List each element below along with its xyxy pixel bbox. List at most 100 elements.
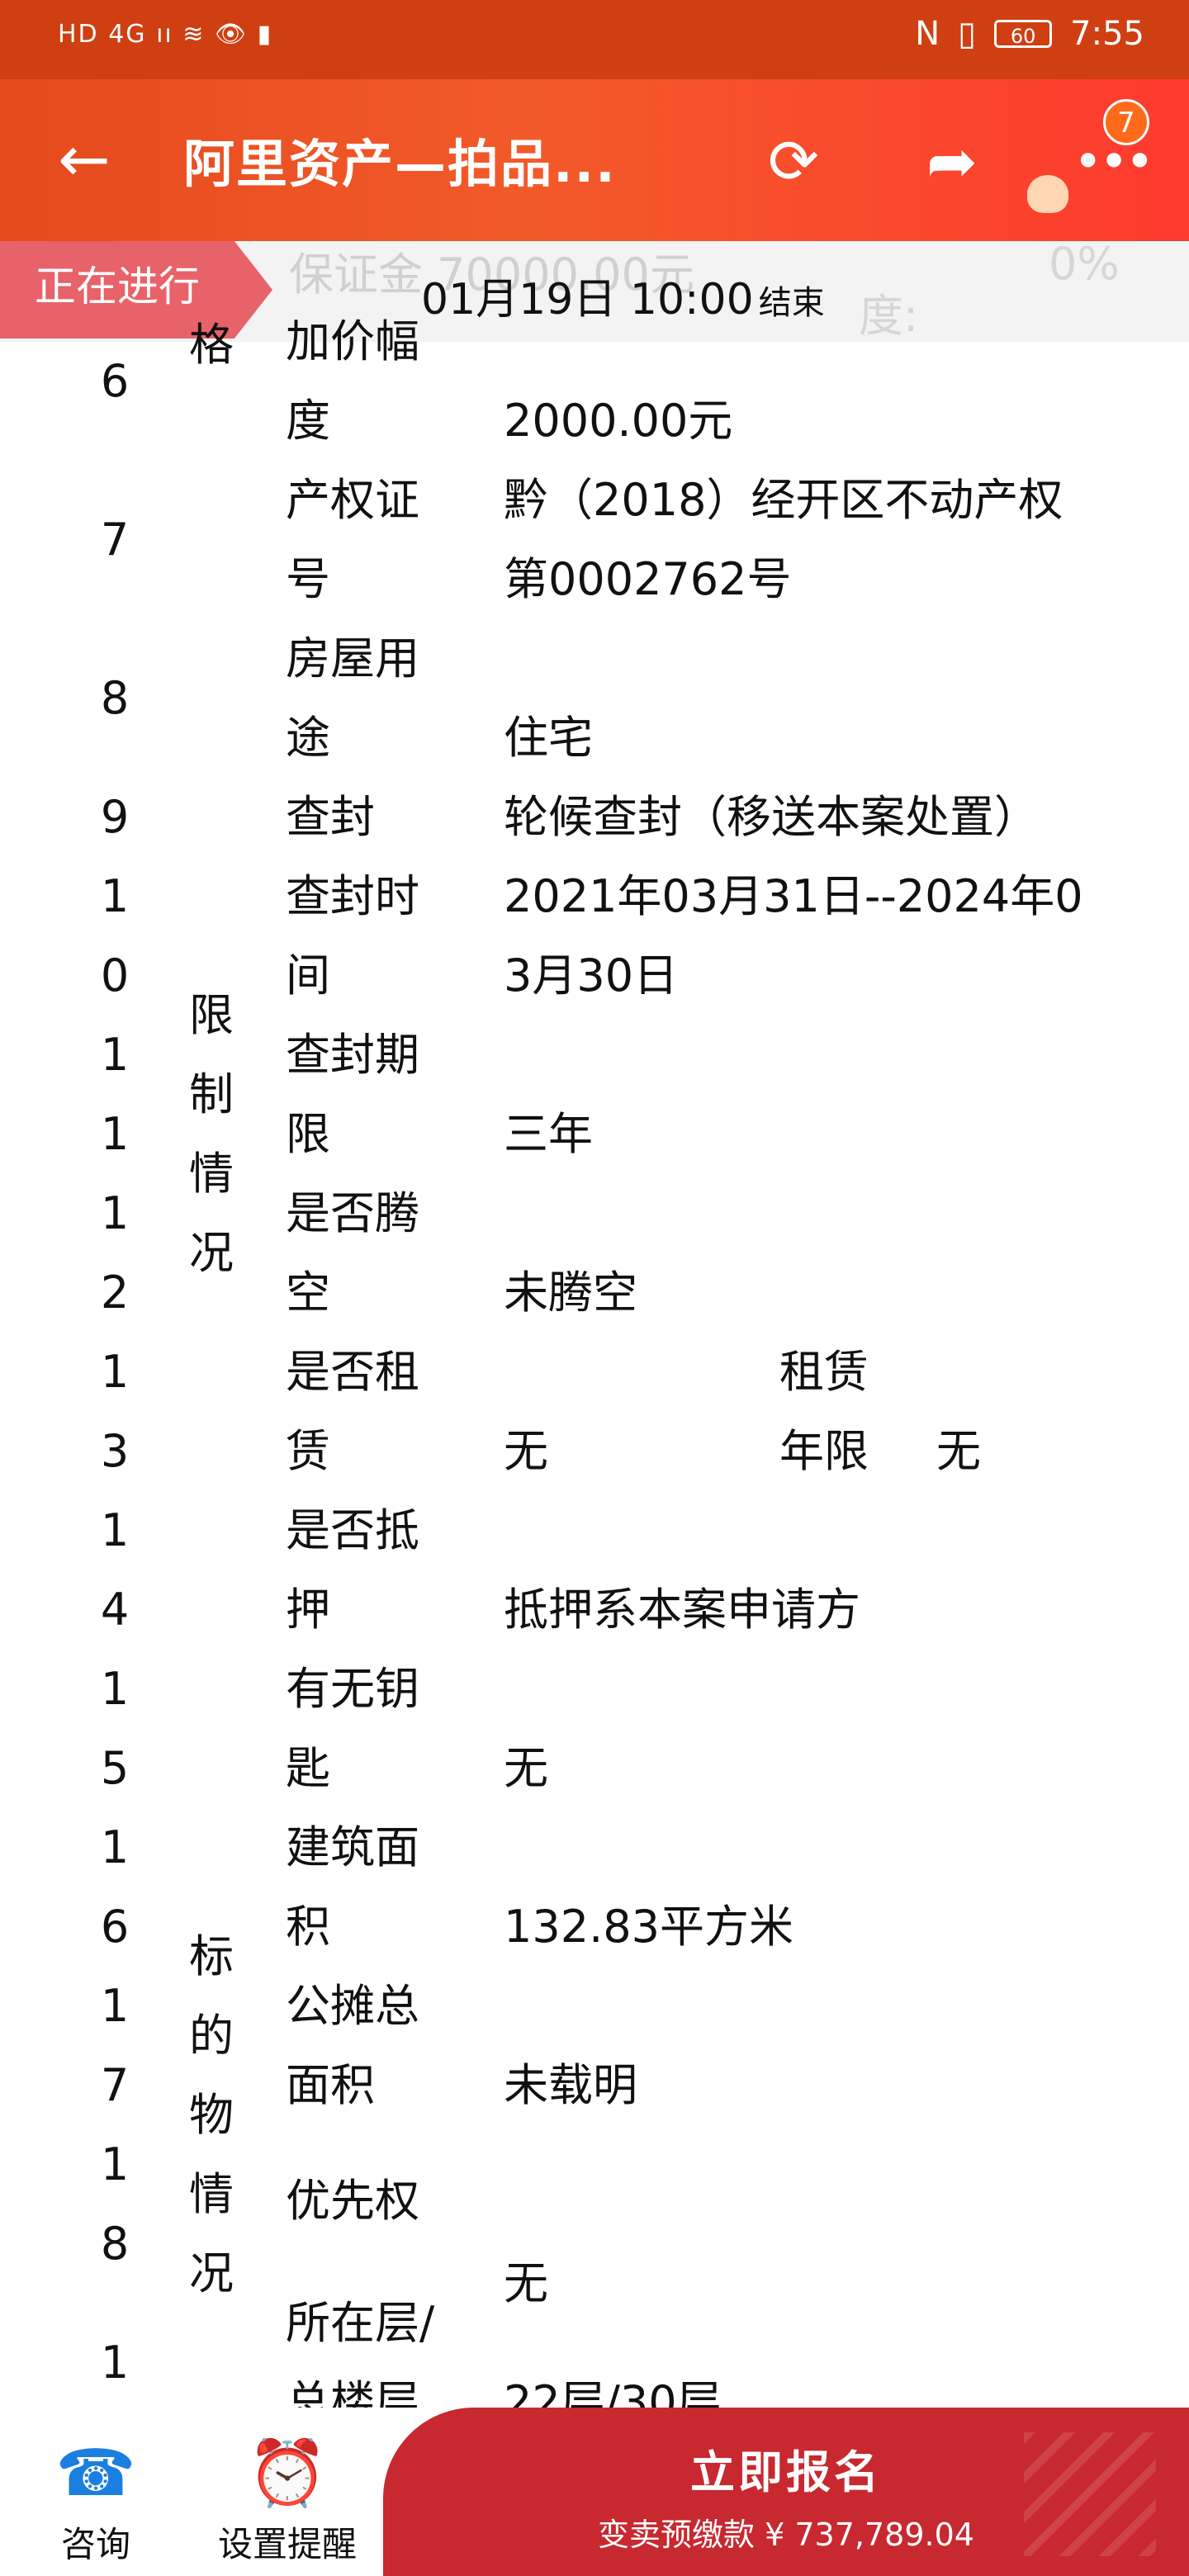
row-number: 3 bbox=[100, 1425, 130, 1477]
row-value: 无 bbox=[504, 1425, 548, 1477]
row-label: 产权证 bbox=[286, 474, 419, 526]
row-value: 轮候查封（移送本案处置） bbox=[504, 791, 1039, 843]
lantern-icon bbox=[1027, 175, 1068, 213]
notification-badge: 7 bbox=[1103, 99, 1149, 145]
row-number: 6 bbox=[100, 1901, 130, 1953]
category-object: 标 bbox=[189, 1930, 234, 1982]
row-label: 积 bbox=[286, 1901, 330, 1953]
status-bar: HD 4G ıı ≋ 👁 ▮ N ▯ 60 7:55 bbox=[0, 0, 1189, 79]
reminder-label: 设置提醒 bbox=[217, 2524, 357, 2564]
category-object: 况 bbox=[189, 2247, 234, 2299]
row-label: 度 bbox=[286, 395, 330, 447]
row-number: 1 bbox=[100, 1346, 130, 1398]
row-label: 押 bbox=[286, 1584, 330, 1636]
row-value: 抵押系本案申请方 bbox=[504, 1584, 860, 1636]
row-label: 查封 bbox=[286, 791, 375, 843]
lease-term-value: 无 bbox=[936, 1425, 981, 1477]
row-value: 三年 bbox=[504, 1108, 593, 1160]
row-number: 6 bbox=[100, 355, 130, 407]
set-reminder-button[interactable]: ⏰ 设置提醒 bbox=[205, 2441, 370, 2567]
row-value: 2021年03月31日--2024年0 bbox=[504, 870, 1083, 922]
row-number: 0 bbox=[100, 949, 130, 1002]
category-object: 物 bbox=[189, 2089, 234, 2141]
row-label: 号 bbox=[286, 553, 330, 605]
category-object: 情 bbox=[189, 2168, 234, 2220]
row-label: 公摊总 bbox=[286, 1980, 419, 2032]
title-bar: ← 阿里资产—拍品... ⟳ ➦ ••• 7 bbox=[0, 79, 1189, 241]
ghost-degree-text: 度: bbox=[859, 290, 919, 342]
row-number: 8 bbox=[100, 2218, 130, 2270]
row-value: 第0002762号 bbox=[504, 553, 792, 605]
vibrate-icon: ▯ bbox=[958, 15, 977, 53]
row-value: 未载明 bbox=[504, 2059, 637, 2111]
row-label: 查封时 bbox=[286, 870, 419, 922]
category-restriction: 制 bbox=[189, 1068, 234, 1120]
status-right: N ▯ 60 7:55 bbox=[915, 15, 1144, 53]
row-label: 有无钥 bbox=[286, 1663, 419, 1715]
nfc-icon: N bbox=[915, 15, 940, 53]
lease-term-label: 租赁 bbox=[779, 1346, 869, 1398]
row-label: 间 bbox=[286, 949, 330, 1002]
alarm-clock-icon: ⏰ bbox=[247, 2436, 328, 2511]
lease-term-label: 年限 bbox=[779, 1425, 869, 1477]
row-number: 4 bbox=[100, 1584, 130, 1636]
end-time-value: 01月19日 10:00 bbox=[421, 275, 754, 324]
row-label: 查封期 bbox=[286, 1029, 419, 1081]
row-label: 空 bbox=[286, 1267, 330, 1319]
row-label: 面积 bbox=[286, 2059, 375, 2111]
row-number: 1 bbox=[100, 1108, 130, 1160]
row-label: 建筑面 bbox=[286, 1821, 419, 1873]
row-label: 是否腾 bbox=[286, 1187, 419, 1239]
row-value: 无 bbox=[504, 2257, 548, 2309]
row-number: 1 bbox=[100, 2138, 130, 2190]
battery-icon: 60 bbox=[994, 20, 1053, 48]
row-label: 房屋用 bbox=[286, 632, 419, 684]
row-number: 1 bbox=[100, 1029, 130, 1081]
row-value: 2000.00元 bbox=[504, 395, 733, 447]
row-number: 1 bbox=[100, 1821, 130, 1873]
category-restriction: 况 bbox=[189, 1227, 234, 1279]
row-number: 1 bbox=[100, 2337, 130, 2389]
row-label: 匙 bbox=[286, 1742, 330, 1794]
row-number: 1 bbox=[100, 1504, 130, 1556]
row-label: 是否租 bbox=[286, 1346, 419, 1398]
row-value: 无 bbox=[504, 1742, 548, 1794]
row-value: 住宅 bbox=[504, 712, 593, 764]
end-label: 结束 bbox=[758, 284, 825, 322]
bottom-action-bar: ☎ 咨询 ⏰ 设置提醒 立即报名 变卖预缴款 ¥ 737,789.04 bbox=[0, 2408, 1189, 2576]
row-value: 132.83平方米 bbox=[504, 1901, 793, 1953]
row-number: 1 bbox=[100, 870, 130, 922]
row-number: 2 bbox=[100, 1267, 130, 1319]
page-title: 阿里资产—拍品... bbox=[183, 134, 617, 194]
ghost-percent-text: 0% bbox=[1049, 238, 1120, 290]
row-number: 9 bbox=[100, 791, 130, 843]
row-number: 7 bbox=[100, 514, 130, 566]
row-label: 加价幅 bbox=[286, 315, 419, 367]
signal-indicators: HD 4G ıı ≋ 👁 ▮ bbox=[58, 20, 273, 49]
decorative-stripes bbox=[1024, 2432, 1156, 2556]
row-label: 途 bbox=[286, 712, 330, 764]
headset-icon: ☎ bbox=[55, 2436, 136, 2511]
row-label: 赁 bbox=[286, 1425, 330, 1477]
arrow-left-icon[interactable]: ← bbox=[58, 128, 124, 197]
consult-button[interactable]: ☎ 咨询 bbox=[13, 2441, 178, 2567]
row-label: 优先权 bbox=[286, 2175, 419, 2227]
refresh-icon[interactable]: ⟳ bbox=[756, 129, 831, 203]
row-value: 黔（2018）经开区不动产权 bbox=[504, 474, 1063, 526]
row-number: 1 bbox=[100, 1980, 130, 2032]
consult-label: 咨询 bbox=[60, 2524, 130, 2564]
category-object: 的 bbox=[189, 2010, 234, 2062]
row-number: 7 bbox=[100, 2059, 130, 2111]
register-button[interactable]: 立即报名 变卖预缴款 ¥ 737,789.04 bbox=[383, 2408, 1189, 2576]
row-value: 3月30日 bbox=[504, 949, 679, 1002]
category-partial: 格 bbox=[189, 319, 234, 371]
auction-status-strip: 保证金 70000.00元 0% 度: 正在进行 01月19日 10:00 结束 bbox=[0, 238, 1189, 342]
share-icon[interactable]: ➦ bbox=[915, 129, 989, 203]
row-number: 1 bbox=[100, 1663, 130, 1715]
row-label: 限 bbox=[286, 1108, 330, 1160]
clock: 7:55 bbox=[1070, 15, 1144, 53]
row-label: 是否抵 bbox=[286, 1504, 419, 1556]
row-number: 1 bbox=[100, 1187, 130, 1239]
category-restriction: 限 bbox=[189, 989, 234, 1041]
row-value: 未腾空 bbox=[504, 1267, 637, 1319]
